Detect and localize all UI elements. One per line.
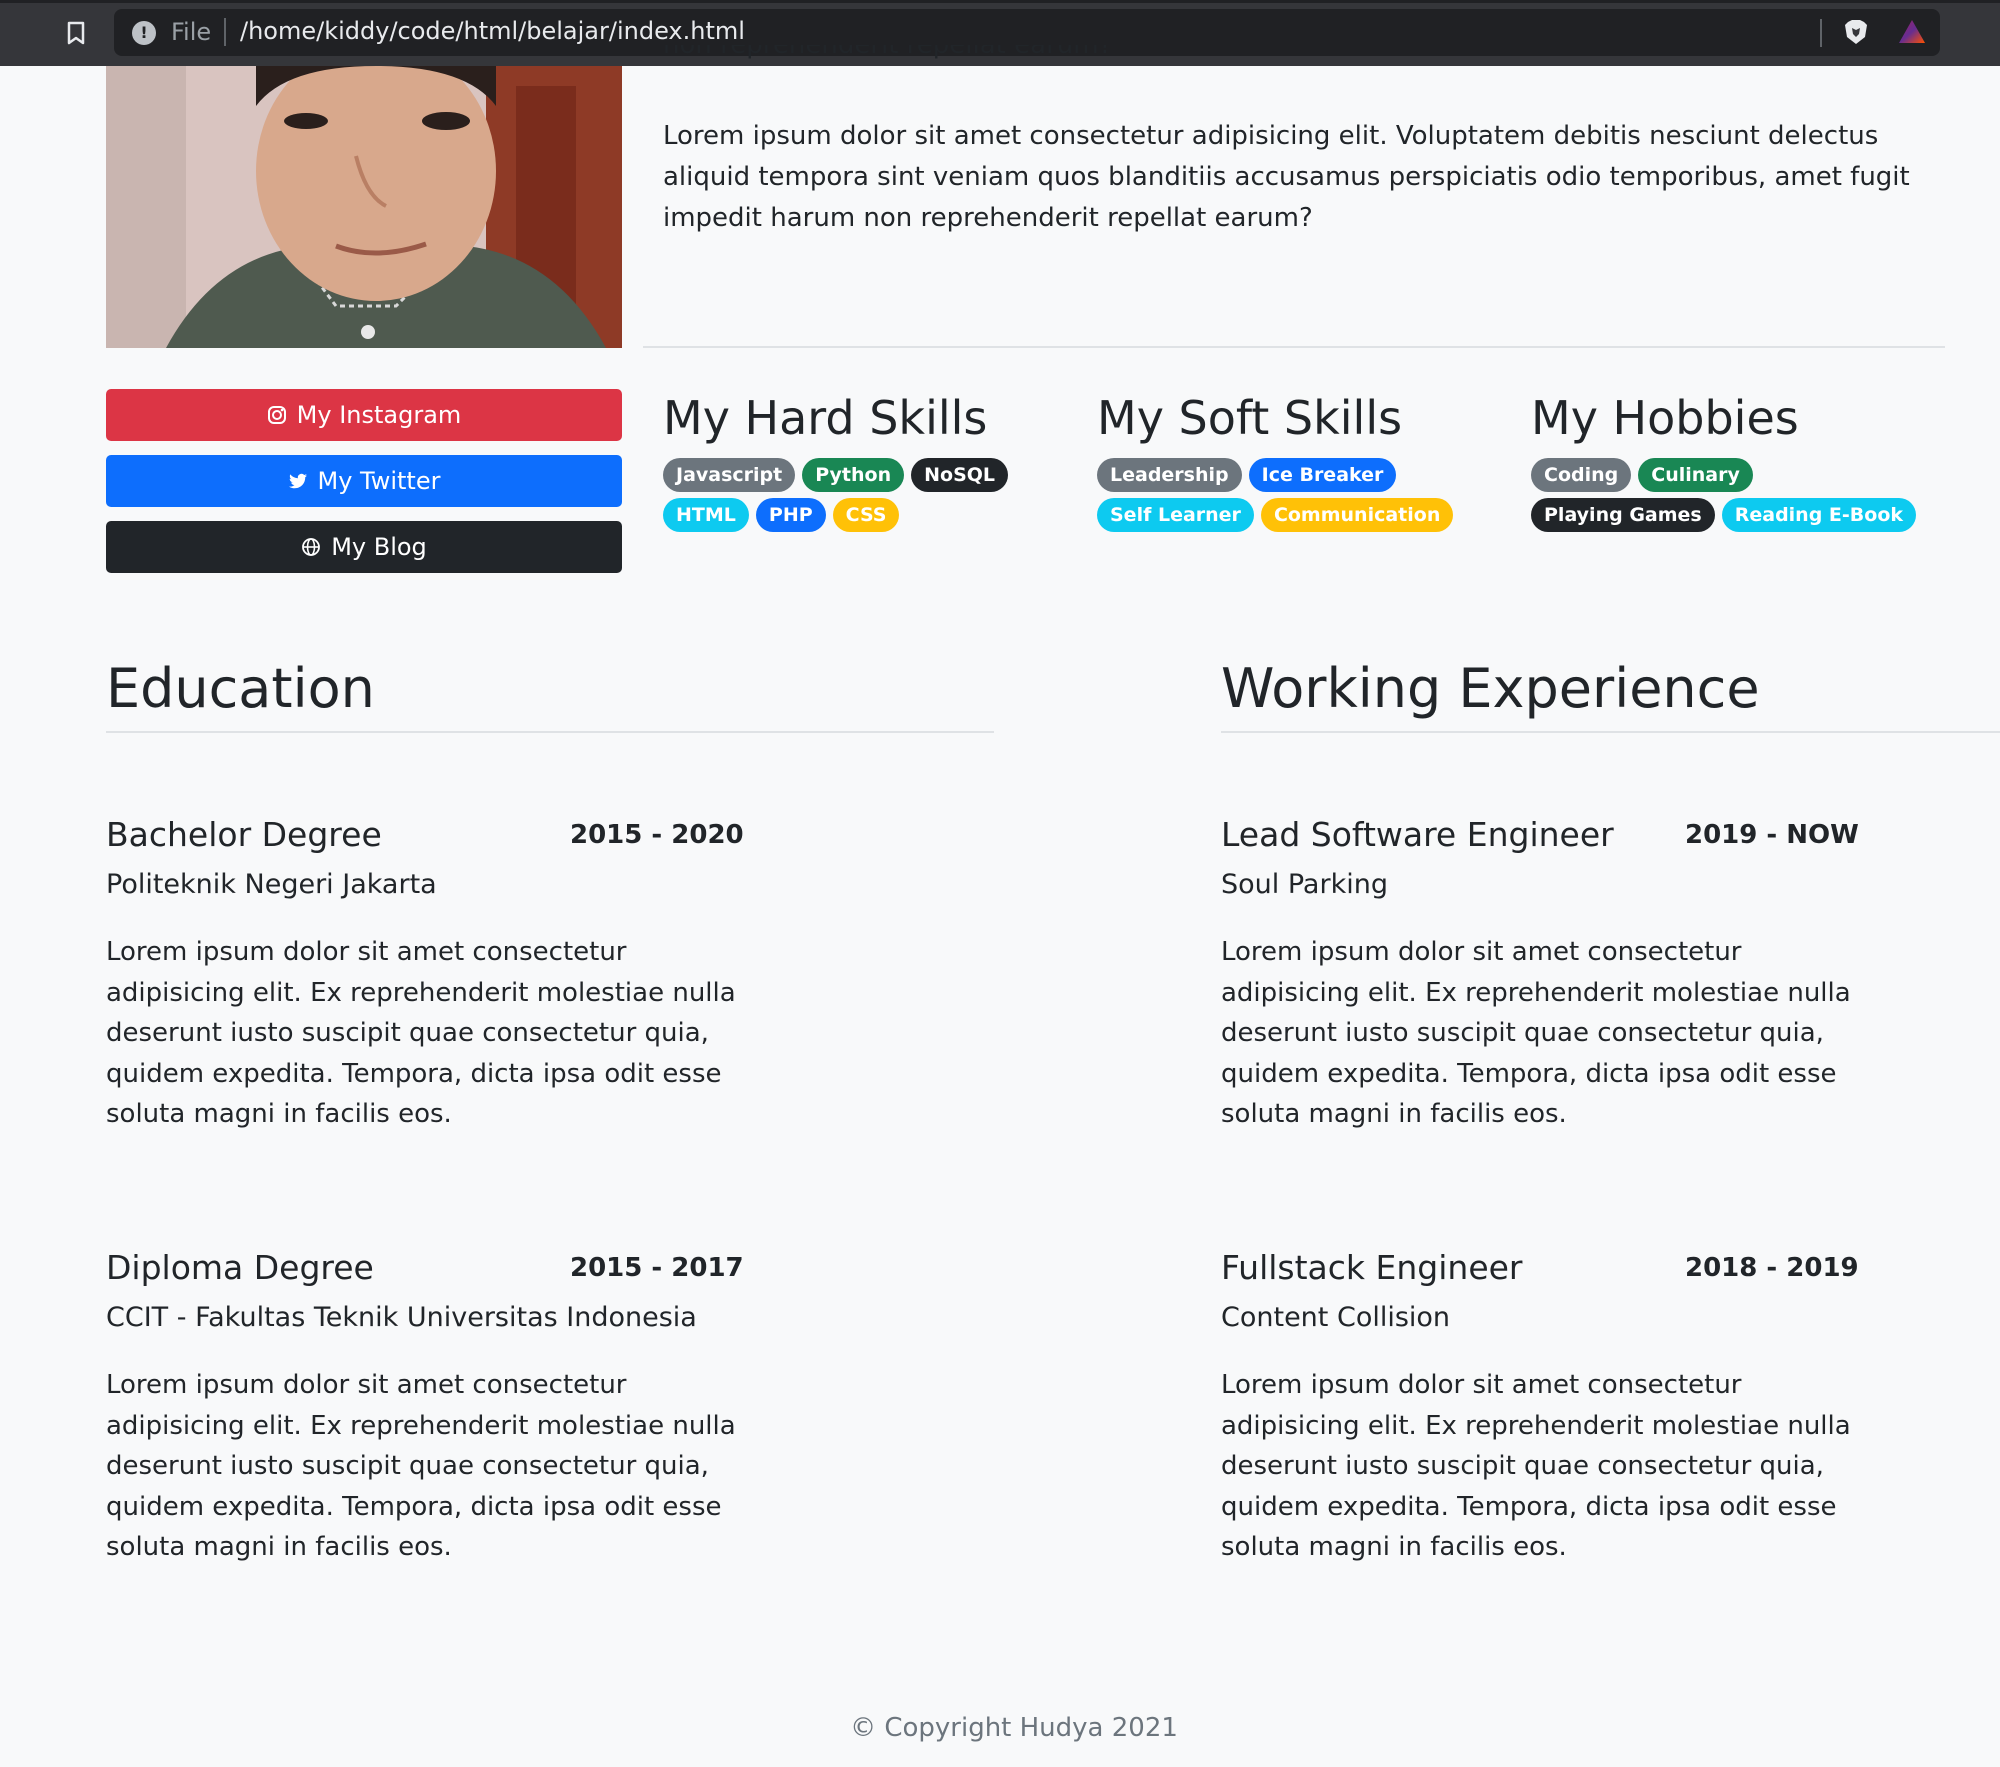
about-paragraph: Lorem ipsum dolor sit amet consectetur a… <box>663 121 1910 233</box>
soft-skills: My Soft Skills Leadership Ice Breaker Se… <box>1097 390 1527 532</box>
twitter-button[interactable]: My Twitter <box>106 455 622 507</box>
education-title: Education <box>106 657 375 720</box>
entry-company: Soul Parking <box>1221 869 1388 900</box>
hobby-badge: Culinary <box>1638 458 1753 492</box>
instagram-button-label: My Instagram <box>296 401 462 429</box>
blog-button[interactable]: My Blog <box>106 521 622 573</box>
hobby-badge: Reading E-Book <box>1721 498 1917 532</box>
hard-skills-badges: Javascript Python NoSQL HTML PHP CSS <box>663 458 1063 532</box>
instagram-button[interactable]: My Instagram <box>106 389 622 441</box>
blog-button-label: My Blog <box>331 533 427 561</box>
hobbies-badges: Coding Culinary Playing Games Reading E-… <box>1531 458 1931 532</box>
globe-icon <box>302 538 321 556</box>
soft-skills-badges: Leadership Ice Breaker Self Learner Comm… <box>1097 458 1497 532</box>
skill-badge: NoSQL <box>911 458 1009 492</box>
skill-badge: PHP <box>755 498 826 532</box>
hobby-badge: Coding <box>1531 458 1632 492</box>
tab-strip-edge <box>0 0 2000 3</box>
address-divider <box>224 18 226 46</box>
entry-title: Fullstack Engineer <box>1221 1248 1523 1287</box>
entry-institution: Politeknik Negeri Jakarta <box>106 869 437 900</box>
entry-period: 2018 - 2019 <box>1685 1253 1859 1283</box>
entry-institution: CCIT - Fakultas Teknik Universitas Indon… <box>106 1302 697 1333</box>
file-scheme-label: File <box>171 18 212 46</box>
entry-description: Lorem ipsum dolor sit amet consectetur a… <box>106 1370 736 1563</box>
skill-badge: Javascript <box>663 458 796 492</box>
entry-period: 2019 - NOW <box>1685 820 1859 850</box>
url-text[interactable]: /home/kiddy/code/html/belajar/index.html <box>240 17 745 45</box>
hard-skills-title: My Hard Skills <box>663 391 988 445</box>
skill-badge: Communication <box>1260 498 1454 532</box>
skill-badge: Ice Breaker <box>1248 458 1397 492</box>
skill-badge: HTML <box>663 498 749 532</box>
brave-rewards-icon[interactable] <box>1896 16 1928 48</box>
about-paragraph-tail-text: non reprehenderit repellat earum? <box>663 45 1113 60</box>
soft-skills-title: My Soft Skills <box>1097 391 1403 445</box>
divider <box>643 346 1945 348</box>
entry-description: Lorem ipsum dolor sit amet consectetur a… <box>106 937 736 1130</box>
instagram-icon <box>267 406 286 424</box>
twitter-icon <box>288 473 307 489</box>
entry-description: Lorem ipsum dolor sit amet consectetur a… <box>1221 937 1851 1130</box>
brave-shield-icon[interactable] <box>1840 16 1872 48</box>
work-experience-title: Working Experience <box>1221 657 1760 720</box>
address-divider <box>1820 19 1822 47</box>
footer-copyright: © Copyright Hudya 2021 <box>850 1713 1178 1743</box>
profile-photo <box>106 66 622 348</box>
skill-badge: CSS <box>832 498 900 532</box>
hobby-badge: Playing Games <box>1531 498 1715 532</box>
entry-company: Content Collision <box>1221 1302 1451 1333</box>
entry-title: Lead Software Engineer <box>1221 815 1614 854</box>
info-icon[interactable]: ! <box>132 21 156 45</box>
bookmark-icon[interactable] <box>63 20 89 46</box>
entry-description: Lorem ipsum dolor sit amet consectetur a… <box>1221 1370 1851 1563</box>
about-paragraph-tail: non reprehenderit repellat earum? <box>663 45 1953 73</box>
skill-badge: Self Learner <box>1097 498 1254 532</box>
skill-badge: Python <box>802 458 905 492</box>
divider <box>1221 731 2000 733</box>
skill-badge: Leadership <box>1097 458 1242 492</box>
twitter-button-label: My Twitter <box>317 467 441 495</box>
hobbies: My Hobbies Coding Culinary Playing Games… <box>1531 390 1961 532</box>
hobbies-title: My Hobbies <box>1531 391 1799 445</box>
entry-period: 2015 - 2017 <box>570 1253 744 1283</box>
hard-skills: My Hard Skills Javascript Python NoSQL H… <box>663 390 1093 532</box>
entry-title: Bachelor Degree <box>106 815 382 854</box>
divider <box>106 731 994 733</box>
entry-title: Diploma Degree <box>106 1248 374 1287</box>
entry-period: 2015 - 2020 <box>570 820 744 850</box>
